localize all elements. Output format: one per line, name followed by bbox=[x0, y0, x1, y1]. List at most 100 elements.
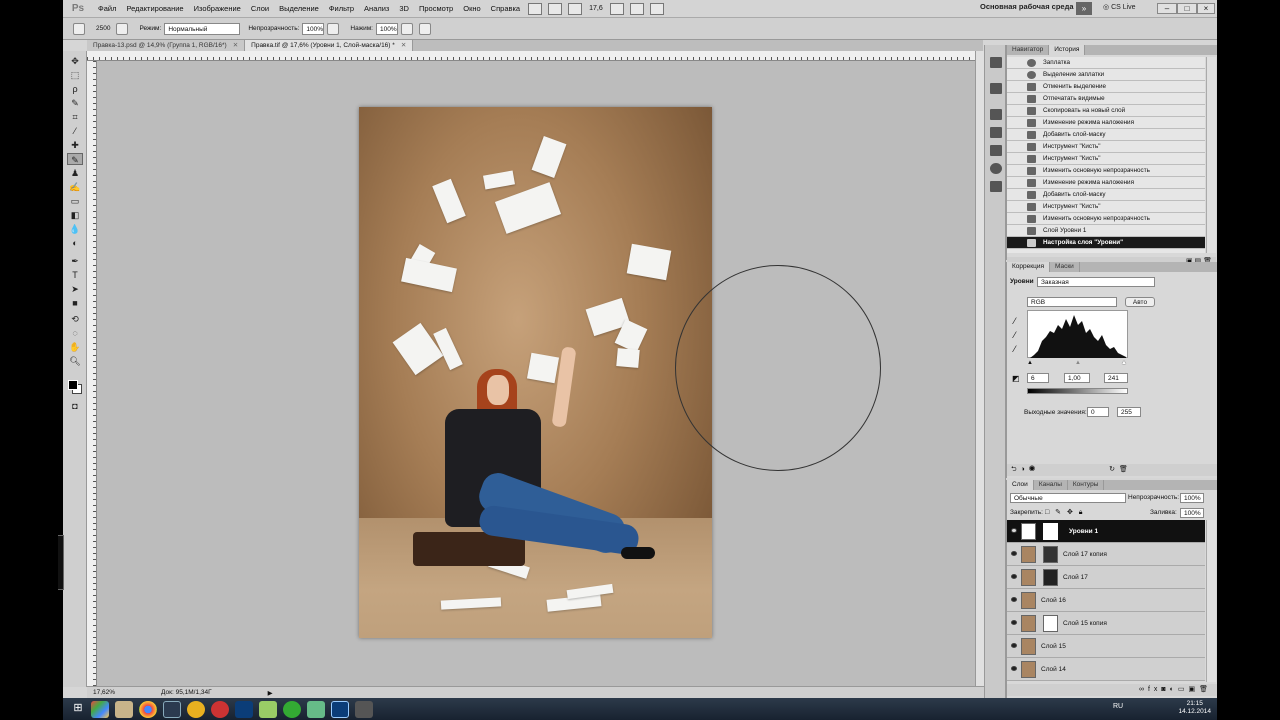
fx-icon[interactable]: fx bbox=[1148, 686, 1161, 693]
blur-tool-icon[interactable]: 💧 bbox=[67, 223, 83, 235]
photoshop-active-icon[interactable] bbox=[331, 700, 349, 718]
visibility-eye-icon[interactable] bbox=[1011, 643, 1017, 648]
chrome-icon[interactable] bbox=[139, 700, 157, 718]
menu-edit[interactable]: Редактирование bbox=[121, 4, 188, 13]
layer-row[interactable]: Слой 16 bbox=[1007, 589, 1205, 612]
actions-icon[interactable] bbox=[990, 83, 1002, 94]
app-leaf-icon[interactable] bbox=[307, 700, 325, 718]
zoom-tool-icon[interactable]: 🔍︎ bbox=[67, 355, 83, 367]
channel-select[interactable]: RGB bbox=[1027, 297, 1117, 307]
dodge-tool-icon[interactable]: ◐ bbox=[67, 237, 83, 249]
history-item-selected[interactable]: Настройка слоя "Уровни" bbox=[1007, 237, 1205, 249]
tab-adjustments[interactable]: Коррекция bbox=[1007, 262, 1050, 272]
maximize-button[interactable]: □ bbox=[1177, 3, 1197, 14]
input-gamma-field[interactable]: 1,00 bbox=[1064, 373, 1090, 383]
tablet-pressure-icon[interactable] bbox=[418, 22, 431, 35]
history-item[interactable]: Инструмент "Кисть" bbox=[1007, 201, 1205, 213]
zoom-select[interactable]: 17,6 bbox=[589, 5, 603, 12]
mode-select[interactable]: Нормальный bbox=[164, 22, 241, 35]
history-item[interactable]: Скопировать на новый слой bbox=[1007, 105, 1205, 117]
airbrush-icon[interactable] bbox=[400, 22, 413, 35]
tab-channels[interactable]: Каналы bbox=[1034, 480, 1068, 490]
eyedropper-black-icon[interactable]: ⁄ bbox=[1014, 316, 1016, 326]
layer-row[interactable]: Слой 17 bbox=[1007, 566, 1205, 589]
app-red-icon[interactable] bbox=[211, 700, 229, 718]
preset-select[interactable]: Заказная bbox=[1037, 277, 1155, 287]
history-item[interactable]: Добавить слой-маску bbox=[1007, 129, 1205, 141]
input-black-field[interactable]: 6 bbox=[1027, 373, 1049, 383]
lightroom-icon[interactable] bbox=[163, 700, 181, 718]
arrange-icon[interactable] bbox=[629, 2, 644, 15]
add-mask-icon[interactable]: ◙ bbox=[1161, 686, 1169, 693]
history-item[interactable]: Изменение режима наложения bbox=[1007, 177, 1205, 189]
notes-icon[interactable] bbox=[259, 700, 277, 718]
menu-window[interactable]: Окно bbox=[458, 4, 485, 13]
layer-opacity-input[interactable]: 100% bbox=[1180, 493, 1204, 503]
layer-row[interactable]: Слой 15 bbox=[1007, 635, 1205, 658]
black-input-slider[interactable]: ▲ bbox=[1027, 360, 1033, 366]
language-indicator[interactable]: RU bbox=[1113, 703, 1123, 710]
healing-tool-icon[interactable]: ✚ bbox=[67, 139, 83, 151]
mask-thumbnail[interactable] bbox=[1043, 569, 1058, 586]
adjustment-layer-icon[interactable]: ◐ bbox=[1170, 686, 1178, 693]
stamp-tool-icon[interactable]: ♟ bbox=[67, 167, 83, 179]
fill-input[interactable]: 100% bbox=[1180, 508, 1204, 518]
3d-orbit-tool-icon[interactable]: ◌ bbox=[67, 327, 83, 339]
history-item[interactable]: Отменить выделение bbox=[1007, 81, 1205, 93]
minimize-button[interactable]: – bbox=[1157, 3, 1177, 14]
tab-document-2[interactable]: Правка.tif @ 17,6% (Уровни 1, Слой-маска… bbox=[245, 40, 414, 51]
cs-live-button[interactable]: ◎ CS Live bbox=[1103, 3, 1136, 11]
link-icon[interactable]: ∞ bbox=[1139, 686, 1148, 693]
path-select-tool-icon[interactable]: ➤ bbox=[67, 283, 83, 295]
history-item[interactable]: Изменить основную непрозрачность bbox=[1007, 213, 1205, 225]
move-tool-icon[interactable]: ✥ bbox=[67, 55, 83, 67]
menu-layers[interactable]: Слои bbox=[246, 4, 274, 13]
history-item[interactable]: Изменение режима наложения bbox=[1007, 117, 1205, 129]
tab-paths[interactable]: Контуры bbox=[1068, 480, 1105, 490]
opacity-pressure-icon[interactable] bbox=[327, 22, 340, 35]
menu-file[interactable]: Файл bbox=[93, 4, 121, 13]
close-button[interactable]: × bbox=[1197, 3, 1215, 14]
start-button[interactable]: ⊞ bbox=[71, 701, 85, 718]
history-item[interactable]: Заплатка bbox=[1007, 57, 1205, 69]
workspace-more-button[interactable]: » bbox=[1076, 2, 1092, 15]
layer-row[interactable]: Слой 15 копия bbox=[1007, 612, 1205, 635]
delete-icon[interactable]: 🗑︎ bbox=[1119, 466, 1132, 473]
styles-icon[interactable] bbox=[990, 145, 1002, 156]
white-input-slider[interactable]: ▲ bbox=[1121, 360, 1127, 366]
blend-mode-select[interactable]: Обычные bbox=[1010, 493, 1126, 503]
close-tab-icon[interactable]: ✕ bbox=[233, 42, 238, 49]
pressure-input[interactable]: 100% bbox=[375, 22, 398, 35]
visibility-eye-icon[interactable] bbox=[1011, 666, 1017, 671]
brush-tool-icon[interactable]: ✎ bbox=[67, 153, 83, 165]
history-item[interactable]: Инструмент "Кисть" bbox=[1007, 153, 1205, 165]
navigator-icon[interactable] bbox=[990, 57, 1002, 68]
brush-size[interactable]: 2500 bbox=[96, 25, 110, 32]
new-layer-icon[interactable]: ▣ bbox=[1188, 686, 1199, 693]
crop-tool-icon[interactable]: ⌗ bbox=[67, 111, 83, 123]
visibility-eye-icon[interactable] bbox=[1011, 574, 1017, 579]
tab-history[interactable]: История bbox=[1049, 45, 1086, 55]
clip-layer-icon[interactable]: ◑ bbox=[1021, 466, 1029, 473]
zoom-level[interactable]: 17,62% bbox=[93, 689, 115, 696]
status-arrow-icon[interactable]: ▶ bbox=[268, 689, 273, 697]
mask-thumbnail[interactable] bbox=[1043, 615, 1058, 632]
foreground-color-swatch[interactable] bbox=[68, 380, 78, 390]
history-item[interactable]: Выделение заплатки bbox=[1007, 69, 1205, 81]
menu-select[interactable]: Выделение bbox=[274, 4, 324, 13]
reset-icon[interactable]: ↻ bbox=[1109, 466, 1119, 473]
output-white-field[interactable]: 255 bbox=[1117, 407, 1141, 417]
pen-tool-icon[interactable]: ✒ bbox=[67, 255, 83, 267]
auto-button[interactable]: Авто bbox=[1125, 297, 1155, 307]
layer-row[interactable]: Слой 14 bbox=[1007, 658, 1205, 681]
tab-document-1[interactable]: Правка-13.psd @ 14,9% (Группа 1, RGB/16*… bbox=[87, 40, 246, 51]
clip-icon[interactable]: ◩ bbox=[1012, 374, 1020, 383]
history-item[interactable]: Инструмент "Кисть" bbox=[1007, 141, 1205, 153]
mask-thumbnail[interactable] bbox=[1043, 523, 1058, 540]
menu-help[interactable]: Справка bbox=[486, 4, 525, 13]
history-item[interactable]: Отпечатать видимые bbox=[1007, 93, 1205, 105]
visibility-eye-icon[interactable] bbox=[1011, 528, 1017, 533]
photoshop-icon[interactable] bbox=[235, 700, 253, 718]
menu-view[interactable]: Просмотр bbox=[414, 4, 458, 13]
doc-size[interactable]: Док: 95,1M/1,34Г bbox=[161, 689, 212, 696]
